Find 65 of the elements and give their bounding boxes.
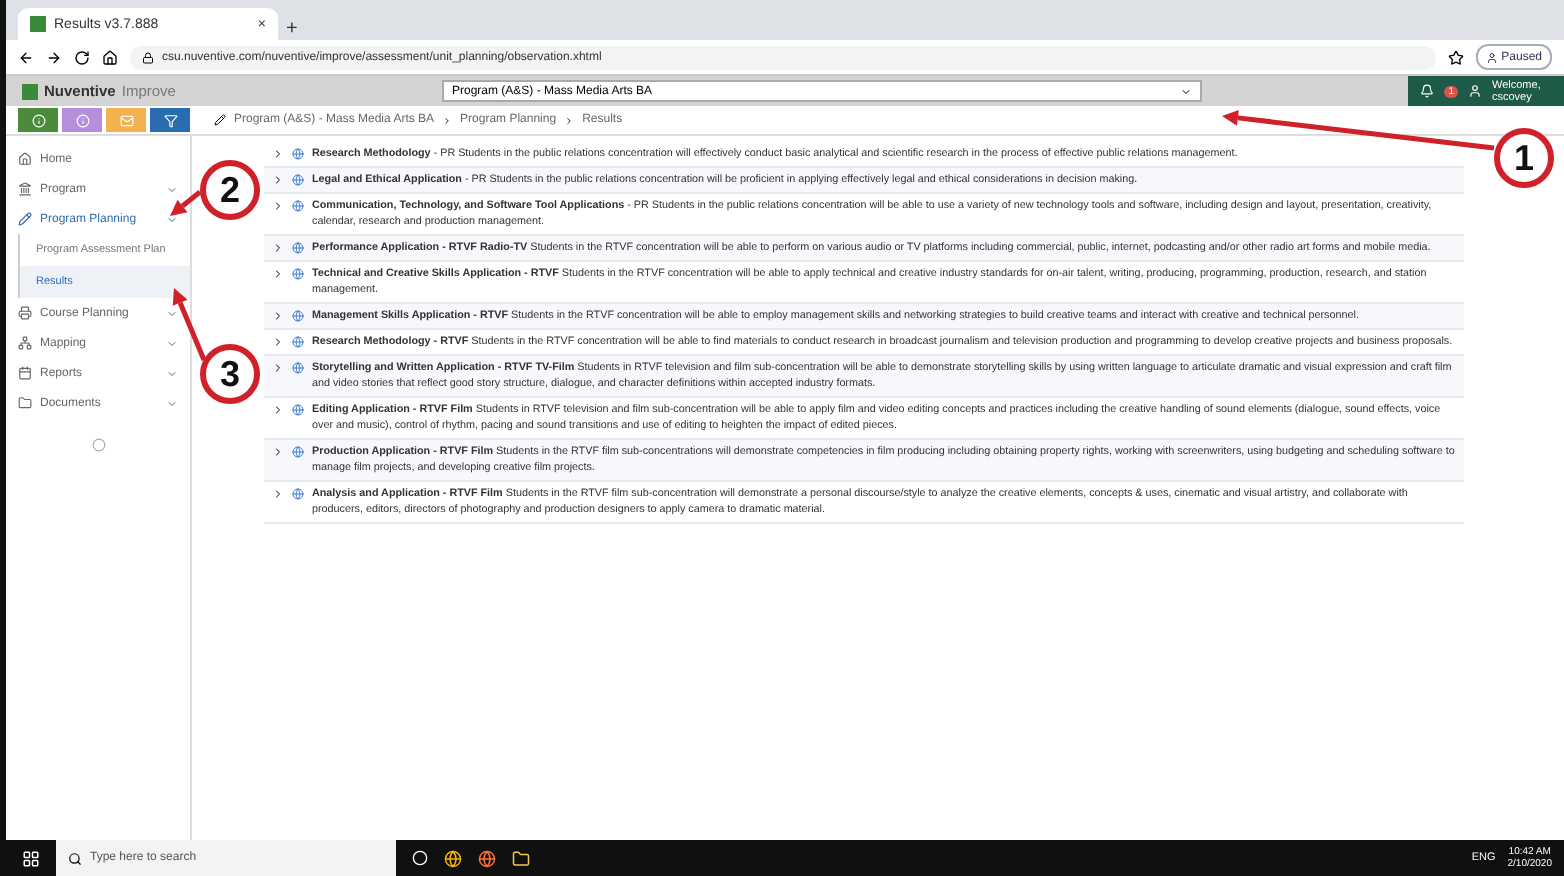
folder-icon[interactable] bbox=[512, 849, 530, 867]
back-icon[interactable] bbox=[18, 49, 34, 65]
globe-icon bbox=[292, 446, 304, 458]
bank-icon bbox=[18, 182, 32, 196]
expand-icon[interactable] bbox=[272, 242, 284, 254]
globe-icon bbox=[292, 310, 304, 322]
globe-icon bbox=[292, 362, 304, 374]
info-icon bbox=[75, 113, 89, 127]
forward-icon[interactable] bbox=[46, 49, 62, 65]
new-tab-button[interactable]: + bbox=[286, 18, 298, 40]
annotation-arrow bbox=[170, 190, 202, 216]
user-icon bbox=[1468, 84, 1482, 98]
task-view-icon[interactable] bbox=[412, 850, 428, 866]
user-icon bbox=[1485, 51, 1498, 63]
lock-icon bbox=[142, 51, 154, 63]
bell-icon[interactable] bbox=[1420, 84, 1435, 98]
expand-icon[interactable] bbox=[272, 268, 284, 280]
filter-tile[interactable] bbox=[150, 108, 190, 132]
globe-icon bbox=[292, 174, 304, 186]
callout-number: 1 bbox=[1494, 128, 1554, 188]
collapse-icon[interactable] bbox=[91, 438, 105, 452]
chevron-icon bbox=[442, 115, 453, 125]
info-tile[interactable] bbox=[62, 108, 102, 132]
expand-icon[interactable] bbox=[272, 174, 284, 186]
globe-icon bbox=[292, 242, 304, 254]
mail-icon bbox=[119, 113, 133, 127]
filter-icon bbox=[163, 113, 177, 127]
search-icon bbox=[68, 851, 82, 865]
globe-icon bbox=[292, 336, 304, 348]
expand-icon[interactable] bbox=[272, 362, 284, 374]
folder-icon bbox=[18, 396, 32, 410]
browser-icon[interactable] bbox=[444, 849, 462, 867]
expand-icon[interactable] bbox=[272, 336, 284, 348]
pencil-icon bbox=[18, 212, 32, 226]
globe-icon bbox=[292, 200, 304, 212]
home-icon[interactable] bbox=[102, 49, 118, 65]
reload-icon[interactable] bbox=[74, 49, 90, 65]
calendar-icon bbox=[18, 366, 32, 380]
expand-icon[interactable] bbox=[272, 200, 284, 212]
browser-icon[interactable] bbox=[478, 849, 496, 867]
expand-icon[interactable] bbox=[272, 404, 284, 416]
globe-icon bbox=[292, 404, 304, 416]
expand-icon[interactable] bbox=[272, 310, 284, 322]
home-icon bbox=[18, 152, 32, 166]
logo-icon bbox=[22, 83, 38, 99]
mail-tile[interactable] bbox=[106, 108, 146, 132]
info-icon bbox=[31, 113, 45, 127]
annotation-arrow bbox=[172, 288, 207, 361]
expand-icon[interactable] bbox=[272, 446, 284, 458]
start-icon[interactable] bbox=[22, 849, 40, 867]
expand-icon[interactable] bbox=[272, 488, 284, 500]
bookmark-star-icon[interactable] bbox=[1447, 49, 1464, 65]
globe-icon bbox=[292, 488, 304, 500]
globe-icon bbox=[292, 268, 304, 280]
favicon-icon bbox=[30, 16, 46, 32]
network-icon bbox=[18, 336, 32, 350]
expand-icon[interactable] bbox=[272, 148, 284, 160]
callout-number: 3 bbox=[200, 344, 260, 404]
chevron-icon bbox=[564, 115, 575, 125]
globe-icon bbox=[292, 148, 304, 160]
pencil-icon bbox=[214, 114, 226, 126]
callout-number: 2 bbox=[200, 160, 260, 220]
app-tile[interactable] bbox=[18, 108, 58, 132]
printer-icon bbox=[18, 306, 32, 320]
caret-icon bbox=[1180, 85, 1192, 97]
